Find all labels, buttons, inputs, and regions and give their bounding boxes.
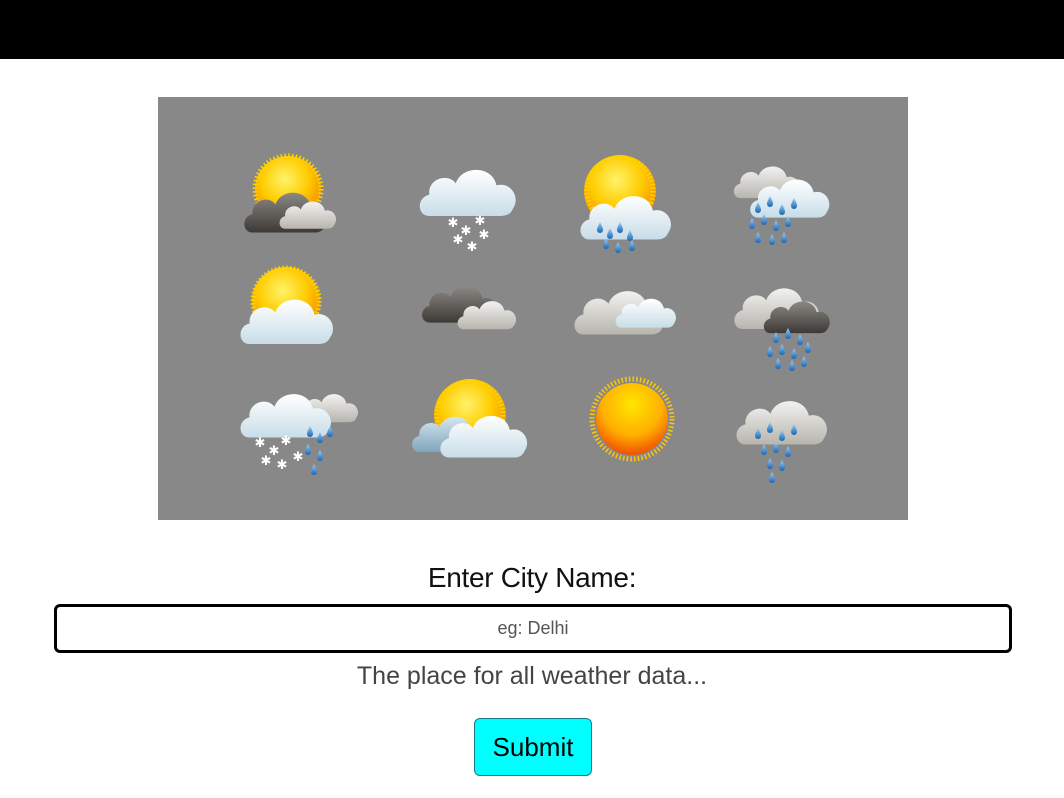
heavy-rain-icon — [733, 166, 830, 245]
submit-button[interactable]: Submit — [474, 718, 592, 776]
sleet-icon — [240, 394, 359, 475]
overcast-icon — [574, 291, 676, 335]
city-name-label: Enter City Name: — [427, 562, 637, 593]
dark-clouds-icon — [422, 286, 517, 330]
sunny-icon — [589, 376, 675, 462]
weather-icons-banner: ✱ — [158, 97, 908, 520]
rain-icon — [736, 401, 827, 483]
snow-icon — [419, 169, 516, 255]
partly-cloudy-dark-icon — [244, 156, 337, 233]
thunder-rain-icon — [734, 288, 830, 371]
partly-cloudy-icon — [240, 267, 333, 345]
sun-rain-icon — [580, 155, 671, 253]
top-navbar — [0, 0, 1064, 59]
city-name-input[interactable] — [54, 604, 1012, 653]
tagline-text: The place for all weather data... — [356, 662, 708, 690]
sun-behind-clouds-icon — [412, 379, 528, 458]
